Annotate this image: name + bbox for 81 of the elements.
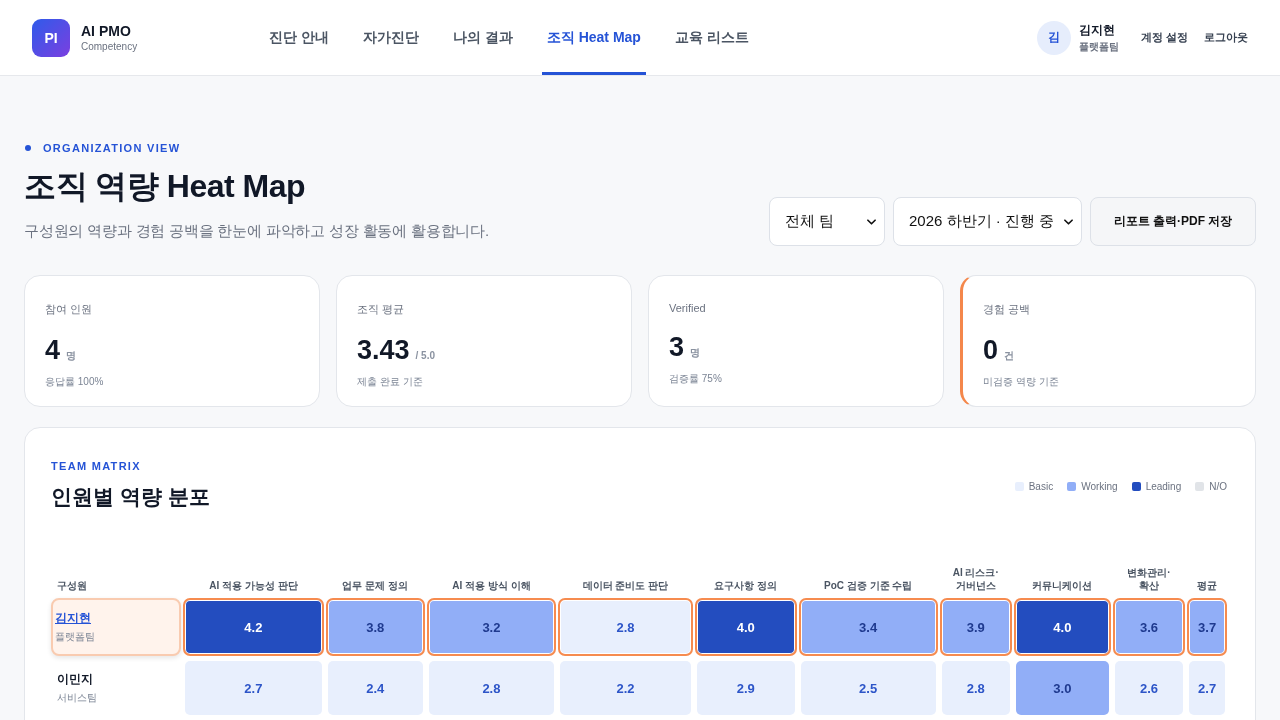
user-avatar: 김	[1036, 20, 1071, 55]
user-name: 김지현	[1078, 21, 1116, 39]
stat-label: 참여 인원	[45, 302, 94, 317]
nav-tab[interactable]: 교육 리스트	[669, 0, 754, 75]
nav-tab[interactable]: 진단 안내	[264, 0, 334, 75]
score-cell: 2.8	[939, 659, 1012, 717]
column-header: AI 리스크· 거버넌스	[951, 566, 1000, 593]
score-cell: 2.9	[694, 659, 797, 717]
stat-value: 3	[669, 331, 685, 363]
stat-value: 3.43	[357, 334, 410, 366]
column-header: AI 적용 가능성 판단	[208, 579, 299, 593]
score-cell: 3.4	[798, 598, 938, 656]
filter-dropdown[interactable]: 전체 팀	[769, 197, 885, 246]
score-cell: 3.6	[1112, 598, 1186, 656]
stat-value: 0	[983, 334, 999, 366]
score-cell: 2.8	[558, 598, 693, 656]
stat-label: 경험 공백	[983, 302, 1032, 317]
app-subtitle: Competency	[81, 41, 138, 52]
column-header: 데이터 준비도 판단	[581, 579, 670, 593]
score-cell: 4.0	[694, 598, 797, 656]
stat-label: 조직 평균	[357, 302, 406, 317]
stat-value: 4	[45, 334, 61, 366]
section-eyebrow: TEAM MATRIX	[51, 459, 142, 474]
score-cell: 2.2	[558, 659, 693, 717]
stat-label: Verified	[669, 302, 707, 314]
column-header: 평균	[1196, 579, 1219, 593]
column-header: 커뮤니케이션	[1031, 579, 1094, 593]
stat-unit: / 5.0	[415, 350, 436, 361]
member-name[interactable]: 김지현	[55, 610, 91, 627]
score-cell: 3.0	[1013, 659, 1111, 717]
score-cell: 2.5	[798, 659, 938, 717]
legend-label: Leading	[1145, 480, 1182, 492]
nav-tab[interactable]: 자가진단	[357, 0, 424, 75]
header-link[interactable]: 로그아웃	[1204, 30, 1248, 45]
column-header: PoC 검증 기준 수립	[822, 579, 914, 593]
user-team: 플랫폼팀	[1078, 39, 1119, 54]
score-cell: 2.4	[325, 659, 425, 717]
column-header: 구성원	[56, 579, 88, 593]
member-cell[interactable]: 이민지 서비스팀	[51, 659, 181, 717]
score-cell: 2.7	[183, 659, 324, 717]
app-title: AI PMO	[81, 23, 132, 39]
score-cell: 2.8	[426, 659, 557, 717]
nav-tab[interactable]: 조직 Heat Map	[541, 0, 646, 75]
score-cell: 2.7	[1187, 659, 1227, 717]
stat-note: 제출 완료 기준	[357, 375, 424, 389]
stat-note: 응답률 100%	[45, 375, 105, 389]
export-report-button[interactable]: 리포트 출력·PDF 저장	[1090, 197, 1256, 246]
member-name[interactable]: 이민지	[57, 671, 93, 688]
section-title: 인원별 역량 분포	[51, 484, 210, 510]
score-cell: 3.9	[939, 598, 1012, 656]
score-cell: 3.8	[325, 598, 425, 656]
stat-unit: 건	[1004, 349, 1015, 363]
stat-note: 검증률 75%	[669, 372, 723, 386]
column-header: 요구사항 정의	[713, 579, 779, 593]
score-cell: 4.0	[1013, 598, 1111, 656]
header-link[interactable]: 계정 설정	[1140, 30, 1188, 45]
section-eyebrow: ORGANIZATION VIEW	[43, 142, 181, 154]
score-cell: 2.6	[1112, 659, 1186, 717]
stat-unit: 명	[66, 349, 77, 363]
chevron-down-icon	[1064, 218, 1073, 225]
column-header: 업무 문제 정의	[341, 579, 409, 593]
column-header: 변화관리· 확산	[1126, 566, 1172, 593]
logo-mark: PI	[32, 18, 70, 57]
column-header: AI 적용 방식 이해	[451, 579, 532, 593]
page-subtitle: 구성원의 역량과 경험 공백을 한눈에 파악하고 성장 활동에 활용합니다.	[24, 221, 489, 241]
legend-label: Working	[1081, 480, 1118, 492]
member-team: 서비스팀	[57, 691, 97, 705]
chevron-down-icon	[867, 218, 876, 225]
nav-tab[interactable]: 나의 결과	[447, 0, 518, 75]
member-team: 플랫폼팀	[55, 630, 95, 644]
page-title: 조직 역량 Heat Map	[24, 167, 307, 206]
filter-dropdown[interactable]: 2026 하반기 · 진행 중	[893, 197, 1082, 246]
stat-note: 미검증 역량 기준	[983, 375, 1060, 389]
legend-label: N/O	[1209, 480, 1227, 492]
score-cell: 4.2	[183, 598, 324, 656]
member-cell[interactable]: 김지현 플랫폼팀	[51, 598, 181, 656]
legend-label: Basic	[1028, 480, 1054, 492]
stat-unit: 명	[690, 346, 701, 360]
dot-icon	[25, 145, 31, 151]
score-cell: 3.2	[426, 598, 557, 656]
score-cell: 3.7	[1187, 598, 1227, 656]
